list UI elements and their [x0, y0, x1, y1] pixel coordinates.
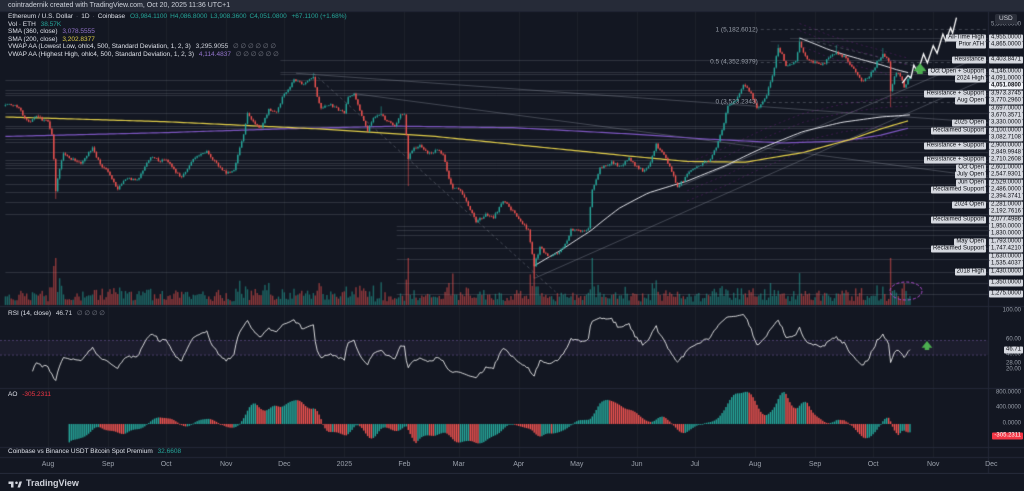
ohlc-close: C4,051.0800 [249, 13, 287, 20]
sma360-value: 3,078.5555 [62, 28, 95, 36]
vwap-low-legend-row: VWAP AA (Lowest Low, ohlc4, 500, Standar… [8, 43, 350, 51]
rsi-hidden-values: ∅ ∅ ∅ ∅ [76, 310, 105, 317]
rsi-legend: RSI (14, close) 46.71 ∅ ∅ ∅ ∅ [8, 309, 108, 317]
sma200-label[interactable]: SMA (200, close) [8, 36, 58, 43]
ohlc-high: H4,086.8000 [170, 13, 208, 20]
vwap-high-value: 4,114.4837 [198, 50, 231, 58]
sma360-label[interactable]: SMA (360, close) [8, 28, 58, 35]
rsi-value: 46.71 [55, 310, 73, 317]
tradingview-logo-icon[interactable] [8, 477, 22, 489]
vwap-low-hidden-values: ∅ ∅ ∅ ∅ ∅ ∅ [233, 43, 277, 51]
footer-bar: TradingView [0, 473, 1024, 491]
volume-label[interactable]: Vol · ETH [8, 21, 36, 28]
volume-value: 38.57K [40, 20, 62, 28]
premium-value: 32.6608 [157, 448, 182, 455]
ao-label[interactable]: AO [8, 391, 17, 398]
ohlc-low: L3,908.3600 [210, 13, 247, 20]
tradingview-brand[interactable]: TradingView [26, 478, 79, 488]
currency-toggle-button[interactable]: USD [995, 14, 1017, 24]
premium-legend: Coinbase vs Binance USDT Bitcoin Spot Pr… [8, 448, 184, 455]
vwap-high-label[interactable]: VWAP AA (Highest High, ohlc4, 500, Stand… [8, 51, 194, 58]
ao-value: -305.2311 [22, 391, 52, 398]
attribution-bar: cointradernik created with TradingView.c… [0, 0, 1024, 11]
vwap-low-value: 3,295.9055 [195, 43, 229, 51]
attribution-text: cointradernik created with TradingView.c… [8, 2, 231, 9]
vwap-high-legend-row: VWAP AA (Highest High, ohlc4, 500, Stand… [8, 51, 350, 59]
chart-legend: Ethereum / U.S. Dollar · 1D · Coinbase O3,98… [8, 13, 350, 59]
vwap-low-label[interactable]: VWAP AA (Lowest Low, ohlc4, 500, Standar… [8, 43, 191, 50]
ao-legend: AO -305.2311 [8, 391, 54, 398]
rsi-label[interactable]: RSI (14, close) [8, 310, 51, 317]
ohlc-open: O3,984.1100 [129, 13, 168, 20]
main-chart-canvas[interactable] [0, 0, 1024, 491]
interval-label[interactable]: 1D [81, 13, 89, 20]
exchange-label: Coinbase [97, 13, 126, 20]
symbol-legend-row: Ethereum / U.S. Dollar · 1D · Coinbase O3,98… [8, 13, 347, 20]
symbol-name[interactable]: Ethereum / U.S. Dollar [8, 13, 73, 20]
premium-label[interactable]: Coinbase vs Binance USDT Bitcoin Spot Pr… [8, 448, 153, 455]
sma200-value: 3,202.8377 [62, 35, 95, 43]
vwap-high-hidden-values: ∅ ∅ ∅ ∅ ∅ ∅ [235, 50, 279, 58]
change-value: +67.1100 (+1.68%) [291, 13, 347, 20]
sma200-legend-row: SMA (200, close) 3,202.8377 [8, 36, 350, 44]
sma360-legend-row: SMA (360, close) 3,078.5555 [8, 28, 350, 36]
volume-legend-row: Vol · ETH 38.57K [8, 21, 350, 29]
tradingview-chart-app: cointradernik created with TradingView.c… [0, 0, 1024, 491]
